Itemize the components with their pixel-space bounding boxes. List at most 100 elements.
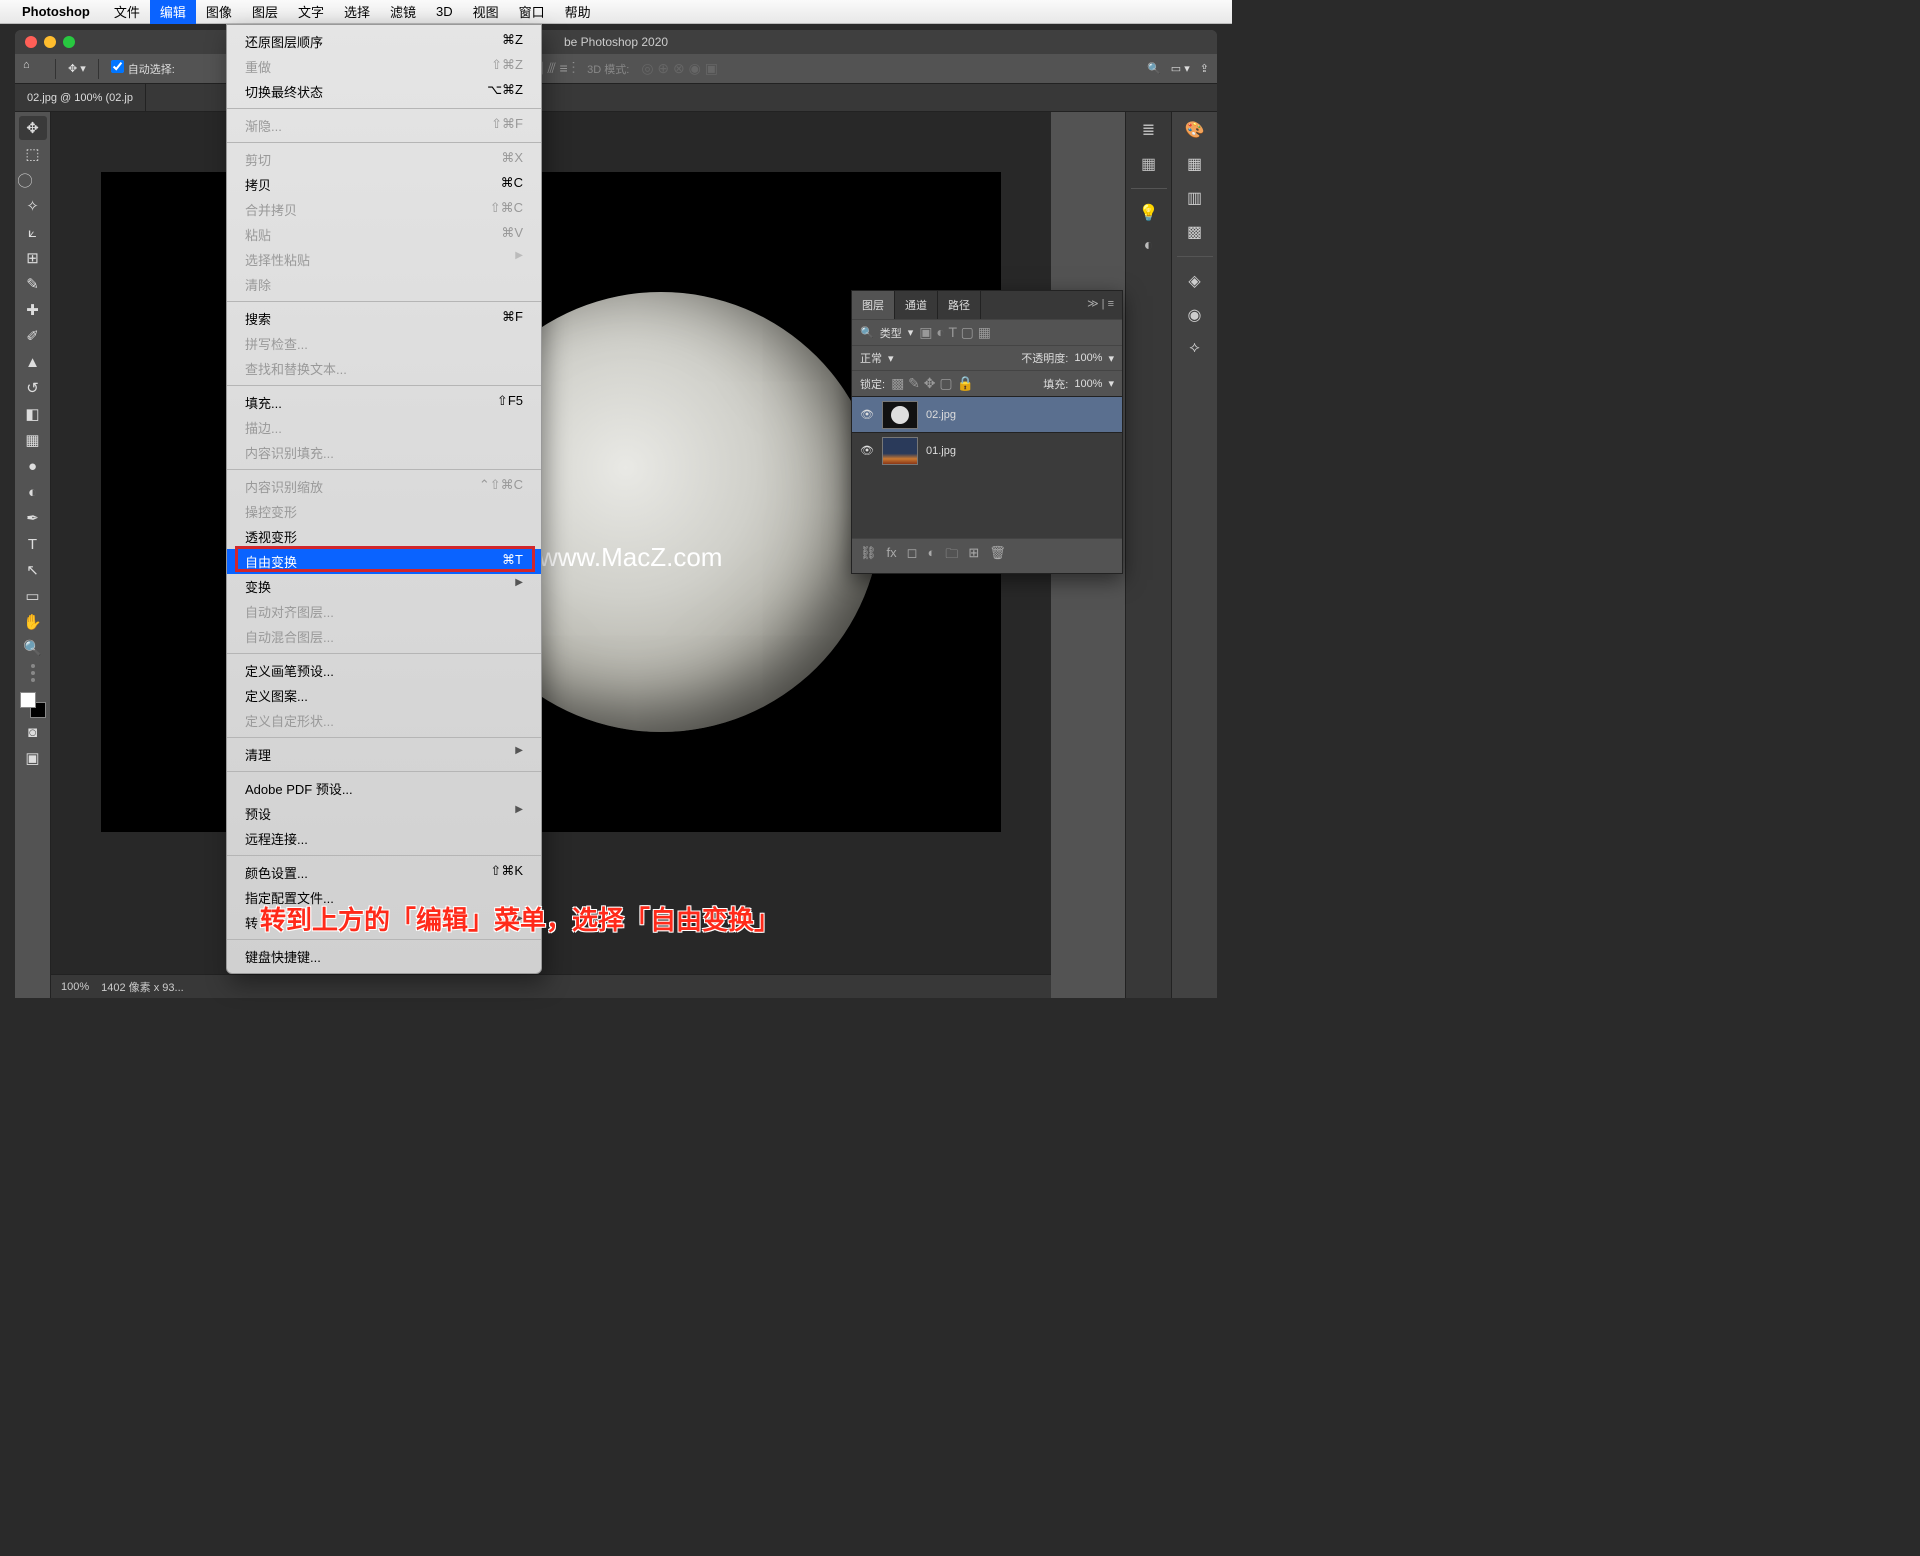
tab-paths[interactable]: 路径 bbox=[938, 291, 981, 319]
history-brush-tool[interactable]: ↺ bbox=[19, 376, 47, 400]
menu-item[interactable]: 键盘快捷键... bbox=[227, 944, 541, 969]
mask-add-icon[interactable]: ◻ bbox=[907, 545, 918, 567]
menu-item[interactable]: 清理 bbox=[227, 742, 541, 767]
menu-select[interactable]: 选择 bbox=[334, 0, 380, 24]
menu-item[interactable]: 还原图层顺序⌘Z bbox=[227, 29, 541, 54]
minimize-button[interactable] bbox=[44, 36, 56, 48]
menu-filter[interactable]: 滤镜 bbox=[380, 0, 426, 24]
zoom-level[interactable]: 100% bbox=[61, 981, 89, 993]
move-tool[interactable]: ✥ bbox=[19, 116, 47, 140]
lasso-tool[interactable]: ⃝ bbox=[19, 168, 47, 192]
color-swatch[interactable] bbox=[20, 692, 46, 718]
menu-item[interactable]: 变换 bbox=[227, 574, 541, 599]
pen-tool[interactable]: ✒ bbox=[19, 506, 47, 530]
properties-icon[interactable]: ≣ bbox=[1142, 120, 1155, 140]
tab-layers[interactable]: 图层 bbox=[852, 291, 895, 319]
menu-item[interactable]: Adobe PDF 预设... bbox=[227, 776, 541, 801]
menu-item[interactable]: 颜色设置...⇧⌘K bbox=[227, 860, 541, 885]
layer-thumb[interactable] bbox=[882, 437, 918, 465]
layer-name[interactable]: 02.jpg bbox=[926, 409, 956, 421]
dodge-tool[interactable]: ◐ bbox=[19, 480, 47, 504]
zoom-tool[interactable]: 🔍 bbox=[19, 636, 47, 660]
visibility-icon[interactable]: 👁 bbox=[860, 408, 874, 421]
quick-mask-toggle[interactable]: ◙ bbox=[19, 720, 47, 744]
mask-icon[interactable]: ◐ bbox=[1144, 237, 1154, 255]
patterns-icon[interactable]: ▩ bbox=[1187, 222, 1202, 242]
menu-item[interactable]: 定义图案... bbox=[227, 683, 541, 708]
quick-select-tool[interactable]: ✧ bbox=[19, 194, 47, 218]
type-tool[interactable]: T bbox=[19, 532, 47, 556]
layer-row[interactable]: 👁 01.jpg bbox=[852, 432, 1122, 468]
blur-tool[interactable]: ● bbox=[19, 454, 47, 478]
menu-help[interactable]: 帮助 bbox=[555, 0, 601, 24]
hand-tool[interactable]: ✋ bbox=[19, 610, 47, 634]
libraries-icon[interactable]: ▦ bbox=[1141, 154, 1156, 174]
visibility-icon[interactable]: 👁 bbox=[860, 444, 874, 457]
search-icon[interactable]: 🔍 bbox=[1147, 62, 1161, 75]
menu-text[interactable]: 文字 bbox=[288, 0, 334, 24]
brush-tool[interactable]: ✐ bbox=[19, 324, 47, 348]
adjust-icon[interactable]: ◐ bbox=[927, 545, 935, 567]
swatches-icon[interactable]: ▦ bbox=[1187, 154, 1202, 174]
marquee-tool[interactable]: ⬚ bbox=[19, 142, 47, 166]
screen-mode-toggle[interactable]: ▣ bbox=[19, 746, 47, 770]
heal-tool[interactable]: ✚ bbox=[19, 298, 47, 322]
group-icon[interactable]: 🗀 bbox=[945, 545, 958, 567]
menu-item[interactable]: 填充...⇧F5 bbox=[227, 390, 541, 415]
gradient-tool[interactable]: ▦ bbox=[19, 428, 47, 452]
move-tool-icon[interactable]: ✥ ▾ bbox=[68, 62, 86, 75]
app-name[interactable]: Photoshop bbox=[22, 4, 90, 19]
blend-mode[interactable]: 正常 bbox=[860, 350, 882, 366]
menu-item[interactable]: 远程连接... bbox=[227, 826, 541, 851]
menu-item[interactable]: 搜索⌘F bbox=[227, 306, 541, 331]
close-button[interactable] bbox=[25, 36, 37, 48]
menu-layer[interactable]: 图层 bbox=[242, 0, 288, 24]
gradients-icon[interactable]: ▥ bbox=[1187, 188, 1202, 208]
color-icon[interactable]: 🎨 bbox=[1185, 120, 1205, 140]
edit-toolbar-button[interactable] bbox=[21, 662, 45, 684]
mode-3d-icons[interactable]: ◎ ⊕ ⊗ ◉ ▣ bbox=[641, 60, 718, 77]
frame-tool[interactable]: ⊞ bbox=[19, 246, 47, 270]
menu-item[interactable]: 自由变换⌘T bbox=[227, 549, 541, 574]
link-icon[interactable]: ⛓ bbox=[860, 545, 877, 567]
layer-row[interactable]: 👁 02.jpg bbox=[852, 396, 1122, 432]
path-select-tool[interactable]: ↖ bbox=[19, 558, 47, 582]
menu-image[interactable]: 图像 bbox=[196, 0, 242, 24]
layer-name[interactable]: 01.jpg bbox=[926, 445, 956, 457]
crop-tool[interactable]: ⟀ bbox=[19, 220, 47, 244]
fill-value[interactable]: 100% bbox=[1074, 378, 1102, 390]
workspace-icon[interactable]: ▭ ▾ bbox=[1171, 62, 1190, 75]
panel-collapse-icon[interactable]: ≫ | ≡ bbox=[1079, 291, 1122, 319]
eraser-tool[interactable]: ◧ bbox=[19, 402, 47, 426]
fx-icon[interactable]: fx bbox=[887, 545, 897, 567]
menu-item[interactable]: 透视变形 bbox=[227, 524, 541, 549]
menu-file[interactable]: 文件 bbox=[104, 0, 150, 24]
menu-item[interactable]: 拷贝⌘C bbox=[227, 172, 541, 197]
opacity-value[interactable]: 100% bbox=[1074, 352, 1102, 364]
menu-window[interactable]: 窗口 bbox=[509, 0, 555, 24]
menu-view[interactable]: 视图 bbox=[463, 0, 509, 24]
menu-item[interactable]: 定义画笔预设... bbox=[227, 658, 541, 683]
eyedropper-tool[interactable]: ✎ bbox=[19, 272, 47, 296]
delete-icon[interactable]: 🗑 bbox=[989, 545, 1006, 567]
maximize-button[interactable] bbox=[63, 36, 75, 48]
tab-channels[interactable]: 通道 bbox=[895, 291, 938, 319]
shape-tool[interactable]: ▭ bbox=[19, 584, 47, 608]
home-icon[interactable]: ⌂ bbox=[23, 59, 43, 79]
menu-item[interactable]: 预设 bbox=[227, 801, 541, 826]
paths-icon[interactable]: ⟡ bbox=[1189, 339, 1200, 357]
tab-doc-1[interactable]: 02.jpg @ 100% (02.jp bbox=[15, 84, 146, 111]
new-layer-icon[interactable]: ⊞ bbox=[968, 545, 979, 567]
tab-doc-1-label: 02.jpg @ 100% (02.jp bbox=[27, 92, 133, 104]
share-icon[interactable]: ⇪ bbox=[1200, 62, 1209, 75]
layers-icon[interactable]: ◈ bbox=[1188, 271, 1200, 291]
light-icon[interactable]: 💡 bbox=[1139, 203, 1159, 223]
menu-edit[interactable]: 编辑 bbox=[150, 0, 196, 24]
channels-icon[interactable]: ◉ bbox=[1188, 305, 1202, 325]
doc-info[interactable]: 1402 像素 x 93... bbox=[101, 979, 184, 995]
menu-3d[interactable]: 3D bbox=[426, 1, 463, 22]
auto-select-check[interactable]: 自动选择: bbox=[111, 60, 175, 77]
stamp-tool[interactable]: ▲ bbox=[19, 350, 47, 374]
layer-thumb[interactable] bbox=[882, 401, 918, 429]
menu-item[interactable]: 切换最终状态⌥⌘Z bbox=[227, 79, 541, 104]
